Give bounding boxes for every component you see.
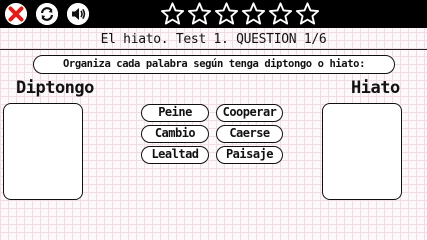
- sound-button[interactable]: [67, 3, 89, 25]
- word-card[interactable]: Cambio: [141, 125, 209, 143]
- word-card[interactable]: Peine: [141, 104, 209, 122]
- speaker-icon: [67, 3, 89, 25]
- star-icon: [241, 1, 266, 27]
- diptongo-drop-zone[interactable]: [3, 103, 83, 200]
- star-icon: [268, 1, 293, 27]
- close-icon: [5, 3, 27, 25]
- question-title: El hiato. Test 1. QUESTION 1/6: [100, 32, 327, 47]
- word-card[interactable]: Lealtad: [141, 146, 209, 164]
- title-divider: [0, 49, 427, 50]
- diptongo-heading: Diptongo: [16, 78, 94, 98]
- star-icon: [187, 1, 212, 27]
- word-card[interactable]: Paisaje: [216, 146, 283, 164]
- hiato-heading: Hiato: [351, 78, 400, 98]
- word-card[interactable]: Cooperar: [216, 104, 283, 122]
- instructions-banner: Organiza cada palabra según tenga dipton…: [33, 55, 395, 74]
- star-rating: [160, 1, 320, 27]
- close-button[interactable]: [5, 3, 27, 25]
- refresh-icon: [36, 3, 58, 25]
- hiato-drop-zone[interactable]: [322, 103, 402, 200]
- top-bar: [0, 0, 427, 28]
- word-card[interactable]: Caerse: [216, 125, 283, 143]
- star-icon: [295, 1, 320, 27]
- star-icon: [214, 1, 239, 27]
- restart-button[interactable]: [36, 3, 58, 25]
- star-icon: [160, 1, 185, 27]
